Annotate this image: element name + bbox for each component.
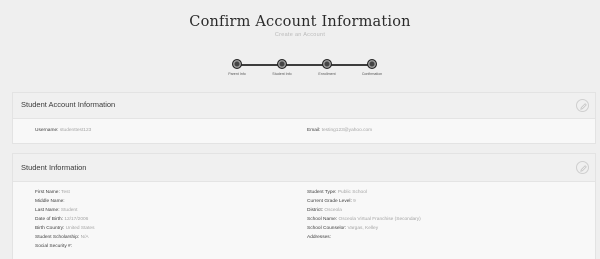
dob-field: Date of Birth: 12/17/2006 <box>35 217 88 222</box>
username-value: studenttest123 <box>59 128 92 133</box>
field-label: Middle Name: <box>35 199 65 204</box>
student-account-title: Student Account Information <box>21 100 116 109</box>
school-counselor-field: School Counselor: Vargas, Kelley <box>307 226 378 231</box>
field-label: Student Type: <box>307 190 337 195</box>
field-label: School Counselor: <box>307 226 347 231</box>
student-info-header: Student Information <box>13 154 595 182</box>
grade-level-field: Current Grade Level: 9 <box>307 199 356 204</box>
page-header: Confirm Account Information Create an Ac… <box>0 0 600 92</box>
field-value: Osceola Virtual Franchise (Secondary) <box>338 217 421 222</box>
step-4-label: Confirmation <box>361 72 383 76</box>
last-name-field: Last Name: Student <box>35 208 77 213</box>
addresses-field: Addresses: <box>307 235 331 240</box>
edit-account-button[interactable] <box>576 99 589 112</box>
stepper-line <box>236 64 376 66</box>
edit-student-button[interactable] <box>576 161 589 174</box>
field-value: Osceola <box>324 208 342 213</box>
pencil-icon <box>580 165 587 172</box>
field-label: Date of Birth: <box>35 217 63 222</box>
step-1-label: Parent Info <box>228 72 246 76</box>
field-label: Student Scholarship: <box>35 235 80 240</box>
field-value: N/A <box>80 235 89 240</box>
field-label: District: <box>307 208 323 213</box>
district-field: District: Osceola <box>307 208 342 213</box>
step-2-dot[interactable] <box>277 59 287 69</box>
school-name-field: School Name: Osceola Virtual Franchise (… <box>307 217 421 222</box>
middle-name-field: Middle Name: <box>35 199 65 204</box>
student-account-header: Student Account Information <box>13 93 595 119</box>
ssn-field: Social Security #: <box>35 244 72 249</box>
field-label: Birth Country: <box>35 226 65 231</box>
step-3-label: Enrollment <box>318 72 336 76</box>
step-2-label: Student Info <box>272 72 292 76</box>
birth-country-field: Birth Country: United States <box>35 226 94 231</box>
student-info-card: Student Information First Name: Test Mid… <box>12 153 596 259</box>
email-field: Email: testing123@yahoo.com <box>307 128 372 133</box>
field-label: Social Security #: <box>35 244 73 249</box>
page-subtitle: Create an Account <box>274 32 326 38</box>
field-value: Test <box>61 190 70 195</box>
field-value: Student <box>60 208 78 213</box>
username-field: Username: studenttest123 <box>35 128 91 133</box>
scholarship-field: Student Scholarship: N/A <box>35 235 89 240</box>
email-value: testing123@yahoo.com <box>321 128 373 133</box>
field-label: Addresses: <box>307 235 331 240</box>
field-value: 12/17/2006 <box>64 217 89 222</box>
field-label: First Name: <box>35 190 60 195</box>
student-account-card: Student Account Information Username: st… <box>12 92 596 144</box>
pencil-icon <box>580 103 587 110</box>
field-value: 9 <box>353 199 356 204</box>
field-value: Public School <box>337 190 367 195</box>
student-type-field: Student Type: Public School <box>307 190 367 195</box>
student-info-title: Student Information <box>21 163 87 172</box>
page-title: Confirm Account Information <box>189 14 411 30</box>
field-value: Vargas, Kelley <box>347 226 379 231</box>
step-3-dot[interactable] <box>322 59 332 69</box>
field-label: School Name: <box>307 217 338 222</box>
step-1-dot[interactable] <box>232 59 242 69</box>
field-value: United States <box>65 226 95 231</box>
step-4-dot[interactable] <box>367 59 377 69</box>
field-label: Current Grade Level: <box>307 199 352 204</box>
progress-stepper: Parent Info Student Info Enrollment Conf… <box>228 56 388 80</box>
email-label: Email: <box>307 128 321 133</box>
username-label: Username: <box>35 128 59 133</box>
first-name-field: First Name: Test <box>35 190 70 195</box>
field-label: Last Name: <box>35 208 60 213</box>
